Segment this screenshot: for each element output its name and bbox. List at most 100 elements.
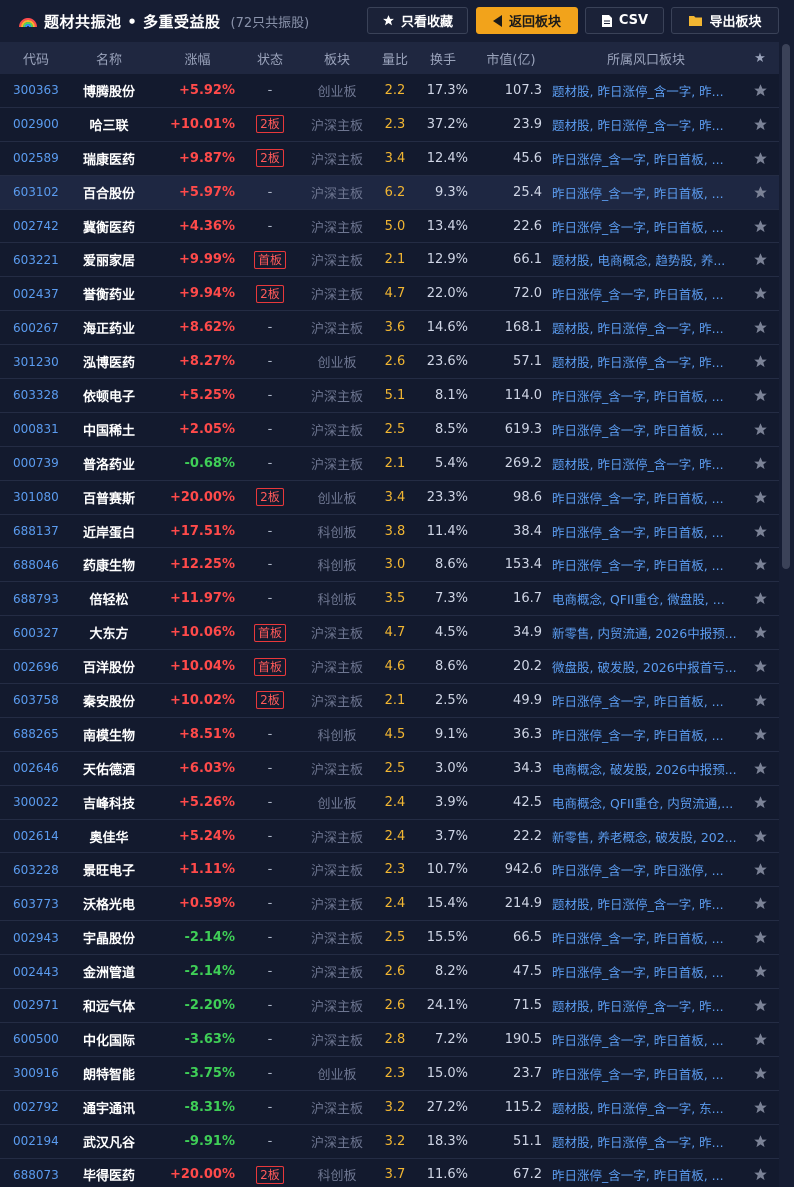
stock-name[interactable]: 百普赛斯 xyxy=(72,481,146,514)
sector-tags[interactable]: 题材股, 电商概念, 趋势股, 养... xyxy=(552,243,740,276)
stock-code[interactable]: 603773 xyxy=(13,887,69,920)
table-row[interactable]: 603102 百合股份 +5.97% - 沪深主板 6.2 9.3% 25.4 昨日涨停_含一字… xyxy=(0,175,779,210)
stock-name[interactable]: 百洋股份 xyxy=(72,650,146,683)
column-header-turnover[interactable]: 换手 xyxy=(418,42,468,74)
sector-tags[interactable]: 题材股, 昨日涨停_含一字, 昨... xyxy=(552,311,740,344)
favorite-star-icon[interactable] xyxy=(748,887,772,920)
favorite-star-icon[interactable] xyxy=(748,650,772,683)
sector-tags[interactable]: 电商概念, QFII重仓, 内贸流通,... xyxy=(552,786,740,819)
stock-name[interactable]: 毕得医药 xyxy=(72,1159,146,1187)
table-row[interactable]: 600327 大东方 +10.06% 首板 沪深主板 4.7 4.5% 34.9 新零售, 内贸… xyxy=(0,616,779,651)
favorite-star-icon[interactable] xyxy=(748,515,772,548)
sector-tags[interactable]: 题材股, 昨日涨停_含一字, 昨... xyxy=(552,345,740,378)
table-row[interactable]: 301080 百普赛斯 +20.00% 2板 创业板 3.4 23.3% 98.6 昨日涨停_含… xyxy=(0,481,779,515)
favorite-star-icon[interactable] xyxy=(748,311,772,344)
stock-name[interactable]: 药康生物 xyxy=(72,548,146,581)
column-header-board[interactable]: 板块 xyxy=(300,42,374,74)
sector-tags[interactable]: 昨日涨停_含一字, 昨日首板, ... xyxy=(552,413,740,446)
sector-tags[interactable]: 昨日涨停_含一字, 昨日首板, ... xyxy=(552,210,740,243)
sector-tags[interactable]: 昨日涨停_含一字, 昨日首板, ... xyxy=(552,142,740,175)
column-header-volume-ratio[interactable]: 量比 xyxy=(378,42,412,74)
table-row[interactable]: 002900 哈三联 +10.01% 2板 沪深主板 2.3 37.2% 23.9 题材股, 昨… xyxy=(0,108,779,142)
stock-code[interactable]: 603328 xyxy=(13,379,69,412)
favorite-star-icon[interactable] xyxy=(748,379,772,412)
sector-tags[interactable]: 题材股, 昨日涨停_含一字, 昨... xyxy=(552,447,740,480)
sector-tags[interactable]: 新零售, 内贸流通, 2026中报预... xyxy=(552,616,740,649)
stock-code[interactable]: 301080 xyxy=(13,481,69,514)
stock-name[interactable]: 依顿电子 xyxy=(72,379,146,412)
table-row[interactable]: 603328 依顿电子 +5.25% - 沪深主板 5.1 8.1% 114.0 昨日涨停_含一… xyxy=(0,379,779,413)
favorite-star-icon[interactable] xyxy=(748,413,772,446)
table-row[interactable]: 688046 药康生物 +12.25% - 科创板 3.0 8.6% 153.4 昨日涨停_含一… xyxy=(0,548,779,583)
column-header-favorite[interactable]: ★ xyxy=(748,42,772,74)
stock-code[interactable]: 688265 xyxy=(13,718,69,751)
stock-code[interactable]: 688073 xyxy=(13,1159,69,1187)
table-row[interactable]: 688137 近岸蛋白 +17.51% - 科创板 3.8 11.4% 38.4 昨日涨停_含一… xyxy=(0,515,779,549)
column-header-sectors[interactable]: 所属风口板块 xyxy=(552,42,740,74)
stock-name[interactable]: 泓博医药 xyxy=(72,345,146,378)
stock-code[interactable]: 300022 xyxy=(13,786,69,819)
favorite-star-icon[interactable] xyxy=(748,277,772,310)
export-sector-button[interactable]: 导出板块 xyxy=(671,7,779,34)
table-row[interactable]: 002696 百洋股份 +10.04% 首板 沪深主板 4.6 8.6% 20.2 微盘股, 破… xyxy=(0,650,779,685)
stock-name[interactable]: 近岸蛋白 xyxy=(72,515,146,548)
stock-code[interactable]: 000831 xyxy=(13,413,69,446)
table-row[interactable]: 000739 普洛药业 -0.68% - 沪深主板 2.1 5.4% 269.2 题材股, 昨日… xyxy=(0,447,779,481)
sector-tags[interactable]: 题材股, 昨日涨停_含一字, 昨... xyxy=(552,887,740,920)
stock-code[interactable]: 002437 xyxy=(13,277,69,310)
favorite-star-icon[interactable] xyxy=(748,108,772,141)
favorites-only-button[interactable]: 只看收藏 xyxy=(367,7,468,34)
scrollbar-thumb[interactable] xyxy=(782,44,790,569)
csv-export-button[interactable]: CSV xyxy=(585,7,664,34)
stock-code[interactable]: 301230 xyxy=(13,345,69,378)
table-row[interactable]: 603758 秦安股份 +10.02% 2板 沪深主板 2.1 2.5% 49.9 昨日涨停_含… xyxy=(0,684,779,718)
sector-tags[interactable]: 昨日涨停_含一字, 昨日首板, ... xyxy=(552,1159,740,1187)
sector-tags[interactable]: 昨日涨停_含一字, 昨日首板, ... xyxy=(552,277,740,310)
stock-name[interactable]: 百合股份 xyxy=(72,176,146,209)
favorite-star-icon[interactable] xyxy=(748,1057,772,1090)
sector-tags[interactable]: 题材股, 昨日涨停_含一字, 昨... xyxy=(552,989,740,1022)
favorite-star-icon[interactable] xyxy=(748,142,772,175)
sector-tags[interactable]: 昨日涨停_含一字, 昨日涨停, ... xyxy=(552,853,740,886)
table-row[interactable]: 002443 金洲管道 -2.14% - 沪深主板 2.6 8.2% 47.5 昨日涨停_含一字… xyxy=(0,955,779,990)
stock-name[interactable]: 宇晶股份 xyxy=(72,921,146,954)
column-header-status[interactable]: 状态 xyxy=(250,42,290,74)
column-header-code[interactable]: 代码 xyxy=(13,42,59,74)
column-header-change[interactable]: 涨幅 xyxy=(160,42,235,74)
sector-tags[interactable]: 微盘股, 破发股, 2026中报首亏... xyxy=(552,650,740,683)
sector-tags[interactable]: 昨日涨停_含一字, 昨日首板, ... xyxy=(552,955,740,988)
favorite-star-icon[interactable] xyxy=(748,853,772,886)
sector-tags[interactable]: 昨日涨停_含一字, 昨日首板, ... xyxy=(552,176,740,209)
stock-name[interactable]: 海正药业 xyxy=(72,311,146,344)
vertical-scrollbar[interactable] xyxy=(779,42,794,1187)
stock-name[interactable]: 哈三联 xyxy=(72,108,146,141)
table-row[interactable]: 002943 宇晶股份 -2.14% - 沪深主板 2.5 15.5% 66.5 昨日涨停_含一… xyxy=(0,921,779,956)
stock-name[interactable]: 中化国际 xyxy=(72,1023,146,1056)
stock-code[interactable]: 002971 xyxy=(13,989,69,1022)
sector-tags[interactable]: 昨日涨停_含一字, 昨日首板, ... xyxy=(552,718,740,751)
favorite-star-icon[interactable] xyxy=(748,1125,772,1158)
stock-name[interactable]: 通宇通讯 xyxy=(72,1091,146,1124)
stock-code[interactable]: 603221 xyxy=(13,243,69,276)
table-row[interactable]: 002589 瑞康医药 +9.87% 2板 沪深主板 3.4 12.4% 45.6 昨日涨停_含… xyxy=(0,142,779,176)
stock-code[interactable]: 002443 xyxy=(13,955,69,988)
sector-tags[interactable]: 昨日涨停_含一字, 昨日首板, ... xyxy=(552,1057,740,1090)
column-header-market-cap[interactable]: 市值(亿) xyxy=(480,42,542,74)
sector-tags[interactable]: 昨日涨停_含一字, 昨日首板, ... xyxy=(552,515,740,548)
sector-tags[interactable]: 题材股, 昨日涨停_含一字, 昨... xyxy=(552,1125,740,1158)
favorite-star-icon[interactable] xyxy=(748,548,772,581)
stock-code[interactable]: 600267 xyxy=(13,311,69,344)
table-row[interactable]: 300916 朗特智能 -3.75% - 创业板 2.3 15.0% 23.7 昨日涨停_含一字… xyxy=(0,1057,779,1091)
table-row[interactable]: 002646 天佑德酒 +6.03% - 沪深主板 2.5 3.0% 34.3 电商概念, 破发… xyxy=(0,752,779,786)
stock-name[interactable]: 瑞康医药 xyxy=(72,142,146,175)
table-row[interactable]: 688793 倍轻松 +11.97% - 科创板 3.5 7.3% 16.7 电商概念, QFI… xyxy=(0,582,779,617)
stock-code[interactable]: 688046 xyxy=(13,548,69,581)
stock-code[interactable]: 603102 xyxy=(13,176,69,209)
favorite-star-icon[interactable] xyxy=(748,989,772,1022)
table-row[interactable]: 002971 和远气体 -2.20% - 沪深主板 2.6 24.1% 71.5 题材股, 昨日… xyxy=(0,989,779,1023)
stock-name[interactable]: 金洲管道 xyxy=(72,955,146,988)
favorite-star-icon[interactable] xyxy=(748,243,772,276)
stock-name[interactable]: 南模生物 xyxy=(72,718,146,751)
sector-tags[interactable]: 昨日涨停_含一字, 昨日首板, ... xyxy=(552,379,740,412)
sector-tags[interactable]: 昨日涨停_含一字, 昨日首板, ... xyxy=(552,548,740,581)
